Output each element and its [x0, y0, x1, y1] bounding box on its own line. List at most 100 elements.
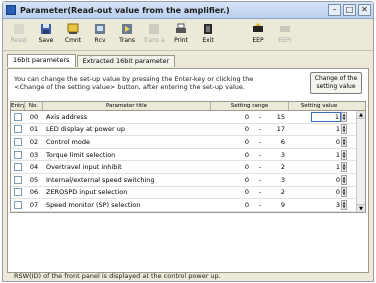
table-row[interactable]: 05 Internal/external speed switching 0-3 0 ▲… — [11, 174, 365, 187]
tab-16bit-parameters[interactable]: 16bit parameters — [7, 54, 76, 67]
setting-value-input[interactable]: 0 — [311, 176, 341, 184]
table-row[interactable]: 03 Torque limit selection 0-3 1 ▲ ▼ — [11, 149, 365, 162]
spin-down-icon[interactable]: ▼ — [342, 129, 346, 133]
setting-value-input[interactable]: 3 — [311, 201, 341, 209]
setting-value-input[interactable]: 1 — [311, 111, 341, 122]
range-min: 0 — [244, 112, 249, 121]
entry-checkbox[interactable] — [14, 200, 22, 209]
entry-checkbox[interactable] — [14, 125, 22, 134]
setting-value-cell[interactable]: 1 ▲ ▼ — [289, 162, 349, 173]
change-setting-button[interactable]: Change of the setting value — [310, 72, 362, 94]
spin-down-icon[interactable]: ▼ — [342, 154, 346, 159]
spin-down-icon[interactable]: ▼ — [342, 167, 346, 171]
value-spinner[interactable]: ▲ ▼ — [341, 149, 347, 160]
setting-value-cell[interactable]: 1 ▲ ▼ — [289, 111, 349, 122]
setting-value-cell[interactable]: 0 ▲ ▼ — [289, 187, 349, 198]
toolbar: Reset Save Cmnt Rcv Trans Trans a Print — [3, 19, 373, 51]
entry-checkbox[interactable] — [14, 112, 22, 121]
spin-down-icon[interactable]: ▼ — [342, 192, 346, 196]
param-title: LED display at power up — [46, 125, 125, 134]
param-title: Control mode — [46, 137, 90, 146]
setting-value-cell[interactable]: 0 ▲ ▼ — [289, 174, 349, 185]
table-row[interactable]: 06 ZEROSPD input selection 0-2 0 ▲ ▼ — [11, 187, 365, 200]
range-min: 0 — [244, 125, 249, 134]
spin-down-icon[interactable]: ▼ — [342, 116, 346, 121]
parameter-window: Parameter(Read-out value from the amplif… — [2, 1, 374, 282]
range-max: 15 — [276, 112, 285, 121]
setting-value-input[interactable]: 1 — [311, 125, 341, 133]
spin-down-icon[interactable]: ▼ — [342, 204, 346, 209]
header-entry[interactable]: Entry — [11, 102, 25, 110]
cmnt-label: Cmnt — [64, 37, 82, 44]
reset-label: Reset — [10, 37, 28, 44]
setting-value-cell[interactable]: 1 ▲ ▼ — [289, 124, 349, 135]
trans-button[interactable]: Trans — [114, 21, 140, 49]
eeprom-icon — [252, 23, 264, 35]
table-row[interactable]: 02 Control mode 0-6 0 ▲ ▼ — [11, 136, 365, 149]
value-spinner[interactable]: ▲ ▼ — [341, 174, 347, 185]
scroll-down-icon[interactable]: ▼ — [357, 203, 365, 212]
setting-value-cell[interactable]: 1 ▲ ▼ — [289, 149, 349, 160]
eep-button[interactable]: EEP — [245, 21, 271, 49]
printer-icon — [175, 23, 187, 35]
setting-value-input[interactable]: 1 — [311, 151, 341, 159]
range-max: 17 — [276, 125, 285, 134]
setting-value-cell[interactable]: 3 ▲ ▼ — [289, 199, 349, 210]
value-spinner[interactable]: ▲ ▼ — [341, 187, 347, 198]
trans-all-label: Trans a — [143, 37, 165, 44]
value-spinner[interactable]: ▲ ▼ — [341, 111, 347, 122]
transmit-icon — [121, 23, 133, 35]
value-spinner[interactable]: ▲ ▼ — [341, 136, 347, 147]
status-text: RSW(ID) of the front panel is displayed … — [14, 272, 221, 280]
reset-button[interactable]: Reset — [6, 21, 32, 49]
trans-all-button[interactable]: Trans a — [141, 21, 167, 49]
entry-checkbox[interactable] — [14, 150, 22, 159]
reset-icon — [13, 23, 25, 35]
print-button[interactable]: Print — [168, 21, 194, 49]
eepr-button[interactable]: EEPr — [272, 21, 298, 49]
scroll-up-icon[interactable]: ▲ — [357, 111, 365, 119]
cmnt-button[interactable]: Cmnt — [60, 21, 86, 49]
entry-checkbox[interactable] — [14, 137, 22, 146]
setting-value-input[interactable]: 0 — [311, 188, 341, 196]
header-range[interactable]: Setting range — [211, 102, 289, 110]
table-row[interactable]: 04 Overtravel input inhibit 0-2 1 ▲ ▼ — [11, 161, 365, 174]
entry-checkbox[interactable] — [14, 175, 22, 184]
range-min: 0 — [244, 163, 249, 172]
param-no: 03 — [29, 150, 39, 159]
minimize-button[interactable]: – — [328, 4, 341, 16]
table-row[interactable]: 07 Speed monitor (SP) selection 0-9 3 ▲ ▼ — [11, 199, 365, 212]
vertical-scrollbar[interactable]: ▲ ▼ — [356, 111, 365, 212]
header-value[interactable]: Setting value — [289, 102, 349, 110]
entry-checkbox[interactable] — [14, 188, 22, 197]
save-icon — [40, 23, 52, 35]
exit-button[interactable]: Exit — [195, 21, 221, 49]
range-min: 0 — [244, 150, 249, 159]
header-title[interactable]: Parameter title — [43, 102, 211, 110]
setting-value-cell[interactable]: 0 ▲ ▼ — [289, 136, 349, 147]
title-bar[interactable]: Parameter(Read-out value from the amplif… — [3, 2, 373, 19]
param-no: 05 — [29, 175, 39, 184]
entry-checkbox[interactable] — [14, 163, 22, 172]
setting-value-input[interactable]: 0 — [311, 138, 341, 146]
spin-down-icon[interactable]: ▼ — [342, 141, 346, 146]
grid-body: 00 Axis address 0-15 1 ▲ ▼ 01 LED display at po… — [11, 111, 365, 212]
value-spinner[interactable]: ▲ ▼ — [341, 162, 347, 173]
spin-down-icon[interactable]: ▼ — [342, 179, 346, 184]
rcv-button[interactable]: Rcv — [87, 21, 113, 49]
trans-label: Trans — [119, 37, 135, 44]
header-no[interactable]: No. — [25, 102, 43, 110]
range-min: 0 — [244, 137, 249, 146]
print-label: Print — [174, 37, 188, 44]
param-no: 00 — [29, 112, 39, 121]
value-spinner[interactable]: ▲ ▼ — [341, 199, 347, 210]
eepr-label: EEPr — [278, 37, 292, 44]
save-button[interactable]: Save — [33, 21, 59, 49]
value-spinner[interactable]: ▲ ▼ — [341, 124, 347, 135]
table-row[interactable]: 01 LED display at power up 0-17 1 ▲ ▼ — [11, 124, 365, 137]
maximize-button[interactable]: □ — [343, 4, 356, 16]
tab-extracted-16bit-parameter[interactable]: Extracted 16bit parameter — [76, 55, 176, 67]
setting-value-input[interactable]: 1 — [311, 163, 341, 171]
table-row[interactable]: 00 Axis address 0-15 1 ▲ ▼ — [11, 111, 365, 124]
close-button[interactable]: ✕ — [358, 4, 371, 16]
